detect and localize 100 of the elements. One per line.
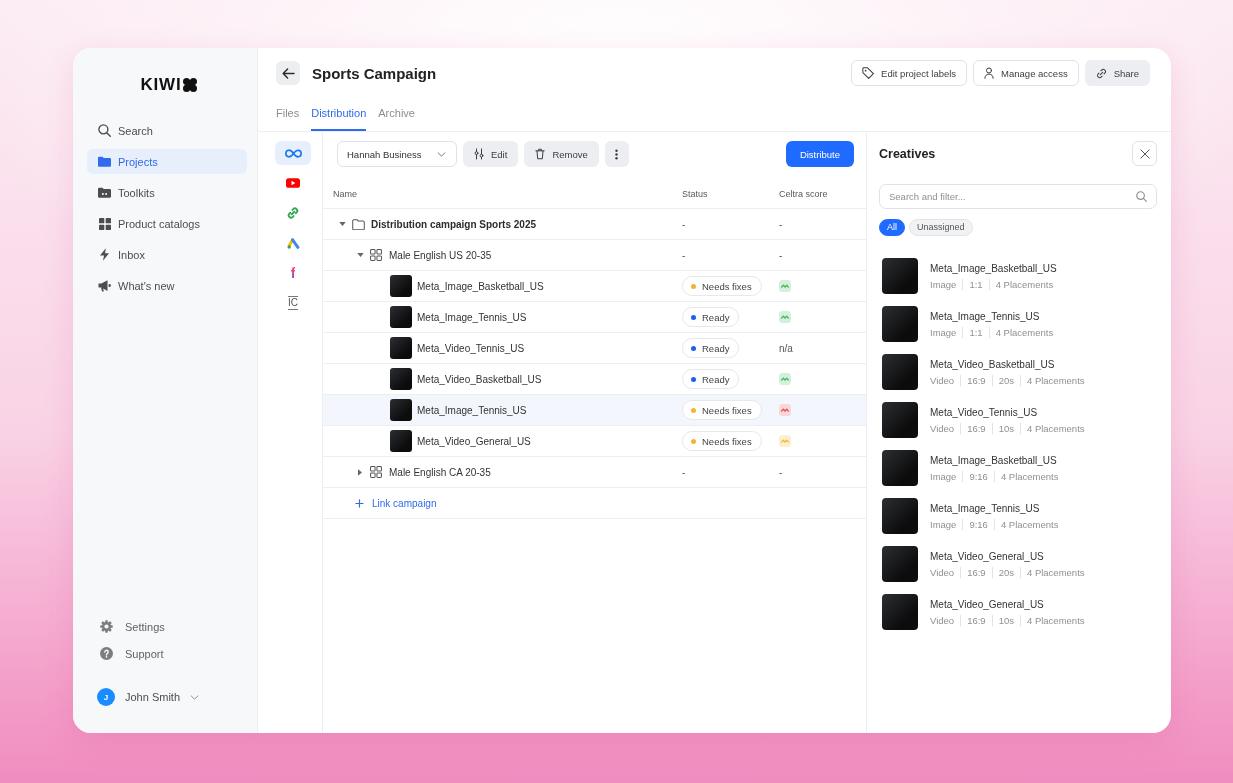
search-field[interactable]: Search and filter... xyxy=(879,184,1157,209)
more-vertical-icon xyxy=(615,148,619,160)
caret-down-icon[interactable] xyxy=(338,222,346,226)
creative-title: Meta_Video_Tennis_US xyxy=(930,406,1039,419)
grid-icon xyxy=(370,466,382,478)
creative-detail: Image xyxy=(930,326,957,338)
creative-detail: 10s xyxy=(998,422,1014,434)
nav-item[interactable]: Projects xyxy=(87,149,247,174)
filter-chip[interactable]: All xyxy=(879,219,905,236)
table-row[interactable]: Distribution campaign Sports 2025 - - xyxy=(323,209,866,240)
ad-set-name: Male English US 20-35 xyxy=(389,249,492,261)
creative-title: Meta_Video_Basketball_US xyxy=(930,358,1056,371)
filter-chip[interactable]: Unassigned xyxy=(909,219,973,236)
remove-button[interactable]: Remove xyxy=(524,141,599,167)
channel-tab[interactable]: f xyxy=(275,261,311,285)
nav-item[interactable]: What's new xyxy=(87,273,247,298)
close-button[interactable] xyxy=(1132,141,1157,166)
creative-title: Meta_Video_General_US xyxy=(930,550,1045,563)
creative-thumbnail xyxy=(882,546,918,582)
caret-down-icon[interactable] xyxy=(356,253,364,257)
creative-detail: 9:16 xyxy=(969,470,988,482)
score-text: - xyxy=(779,218,783,230)
column-header: Name xyxy=(333,188,357,199)
creative-detail: Image xyxy=(930,518,957,530)
settings-icon xyxy=(100,620,113,633)
grid-icon xyxy=(98,217,111,230)
creative-thumbnail xyxy=(882,258,918,294)
table-row[interactable]: Meta_Video_General_US Needs fixes xyxy=(323,426,866,457)
share-button[interactable]: Share xyxy=(1084,60,1150,86)
status-label: Needs fixes xyxy=(702,280,752,292)
score-text: - xyxy=(779,466,783,478)
table-row[interactable]: Meta_Video_Tennis_US Ready n/a xyxy=(323,333,866,364)
creative-detail: Image xyxy=(930,278,957,290)
score-text: - xyxy=(779,249,783,261)
creative-title: Meta_Image_Basketball_US xyxy=(930,262,1057,275)
creative-detail: 4 Placements xyxy=(1000,470,1059,482)
creative-name: Meta_Image_Tennis_US xyxy=(417,311,527,323)
channel-tab[interactable] xyxy=(275,141,311,165)
creative-detail: Image xyxy=(930,470,957,482)
lightning-icon xyxy=(100,248,109,261)
nav-item[interactable]: Support xyxy=(87,641,247,666)
manage-access-button[interactable]: Manage access xyxy=(973,60,1079,86)
nav-item[interactable]: Toolkits xyxy=(87,180,247,205)
plus-icon xyxy=(354,498,364,508)
tab[interactable]: Archive xyxy=(378,102,415,131)
creative-name: Meta_Video_General_US xyxy=(417,435,531,447)
creative-thumbnail xyxy=(390,275,412,297)
distribute-button[interactable]: Distribute xyxy=(785,141,854,167)
more-button[interactable] xyxy=(604,141,629,167)
nav-item[interactable]: Inbox xyxy=(87,242,247,267)
creative-thumbnail xyxy=(882,594,918,630)
status-text: - xyxy=(682,218,686,230)
creative-detail: 4 Placements xyxy=(995,278,1054,290)
creative-detail: 4 Placements xyxy=(1026,374,1085,386)
user-name[interactable]: John Smith xyxy=(125,691,181,703)
link-icon xyxy=(1095,67,1107,79)
account-dropdown[interactable]: Hannah Business xyxy=(337,141,457,167)
tag-icon xyxy=(862,67,875,79)
status-label: Needs fixes xyxy=(702,435,752,447)
help-icon xyxy=(100,647,113,660)
back-button[interactable] xyxy=(276,61,300,85)
clover-icon xyxy=(183,78,198,92)
nav-item[interactable]: Settings xyxy=(87,614,247,639)
creative-name: Meta_Image_Basketball_US xyxy=(417,280,544,292)
link-campaign-button[interactable]: Link campaign xyxy=(350,497,437,509)
table-row[interactable]: Meta_Image_Tennis_US Ready xyxy=(323,302,866,333)
creative-thumbnail xyxy=(882,354,918,390)
creative-detail: 4 Placements xyxy=(1026,422,1085,434)
table-row[interactable]: Meta_Image_Basketball_US Needs fixes xyxy=(323,271,866,302)
status-text: - xyxy=(682,249,686,261)
caret-right-icon[interactable] xyxy=(358,468,362,476)
table-row[interactable]: Male English US 20-35 - - xyxy=(323,240,866,271)
nav-item[interactable]: Product catalogs xyxy=(87,211,247,236)
creative-title: Meta_Image_Tennis_US xyxy=(930,310,1041,323)
search-icon xyxy=(1136,191,1147,202)
creative-thumbnail xyxy=(390,368,412,390)
trash-icon xyxy=(535,148,546,160)
ad-set-name: Male English CA 20-35 xyxy=(389,466,491,478)
creative-thumbnail xyxy=(390,399,412,421)
creative-title: Meta_Image_Basketball_US xyxy=(930,454,1058,467)
page-title: Sports Campaign xyxy=(312,64,437,82)
triangle-logo-icon xyxy=(286,237,300,249)
tab[interactable]: Distribution xyxy=(311,102,367,131)
creative-detail: 16:9 xyxy=(967,614,986,626)
creative-name: Meta_Video_Tennis_US xyxy=(417,342,525,354)
person-icon xyxy=(984,67,995,79)
edit-button[interactable]: Edit xyxy=(463,141,519,167)
creative-detail: Video xyxy=(930,374,955,386)
panel-title: Creatives xyxy=(879,146,936,161)
edit-labels-button[interactable]: Edit project labels xyxy=(851,60,968,86)
creative-thumbnail xyxy=(882,402,918,438)
nav-item[interactable]: Search xyxy=(87,118,247,143)
channel-tab[interactable]: IC xyxy=(275,291,311,315)
creative-name: Meta_Image_Tennis_US xyxy=(417,404,527,416)
table-row[interactable]: Male English CA 20-35 - - xyxy=(323,457,866,488)
creative-title: Meta_Image_Tennis_US xyxy=(930,502,1041,515)
creative-thumbnail xyxy=(390,337,412,359)
status-label: Ready xyxy=(702,373,730,385)
table-row[interactable]: Meta_Image_Tennis_US Needs fixes xyxy=(323,395,866,426)
creative-name: Meta_Video_Basketball_US xyxy=(417,373,542,385)
